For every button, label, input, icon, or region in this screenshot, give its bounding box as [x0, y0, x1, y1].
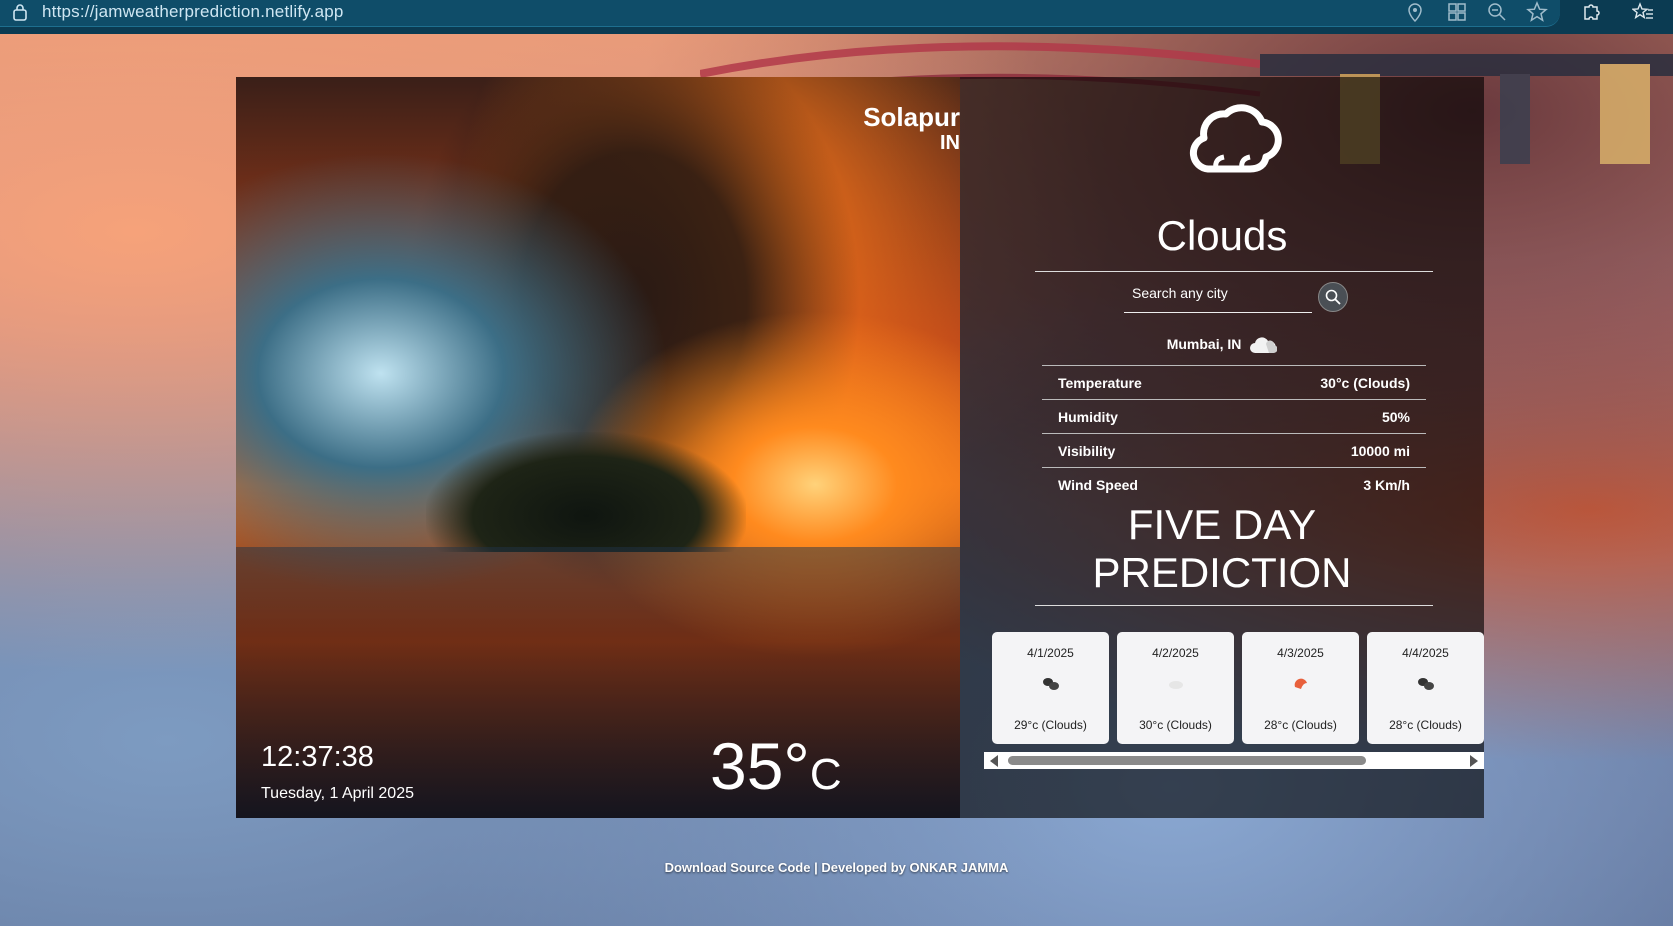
search-input[interactable]: [1124, 277, 1320, 309]
forecast-temp: 30°c (Clouds): [1139, 718, 1212, 732]
condition-title: Clouds: [1156, 212, 1288, 259]
zoom-out-icon[interactable]: [1486, 1, 1508, 23]
forecast-date: 4/1/2025: [1027, 646, 1074, 660]
url-text[interactable]: https://jamweatherprediction.netlify.app: [42, 2, 344, 22]
favorite-star-icon[interactable]: [1526, 1, 1548, 23]
scroll-left-arrow-icon[interactable]: [990, 755, 998, 767]
forecast-scrollbar[interactable]: [984, 752, 1484, 769]
temperature-unit: C: [809, 750, 842, 799]
stat-visibility: Visibility 10000 mi: [1042, 433, 1426, 467]
extensions-icon[interactable]: [1580, 1, 1602, 23]
background-water: [236, 547, 960, 818]
temperature-value: 35°: [710, 729, 810, 803]
stat-value: 30°c (Clouds): [1320, 375, 1410, 391]
broken-clouds-icon: [1418, 678, 1434, 690]
stat-value: 10000 mi: [1350, 443, 1410, 459]
search-icon: [1325, 289, 1341, 305]
searched-location: Mumbai, IN: [960, 336, 1484, 354]
divider: [1035, 271, 1433, 272]
lock-icon[interactable]: [12, 3, 28, 21]
stat-label: Wind Speed: [1058, 477, 1138, 493]
search-box: [1124, 277, 1320, 313]
stat-label: Humidity: [1058, 409, 1118, 425]
stat-label: Temperature: [1058, 375, 1142, 391]
forecast-title: FIVE DAY PREDICTION: [1092, 501, 1352, 596]
current-temperature: 35°C: [710, 733, 842, 799]
forecast-temp: 28°c (Clouds): [1389, 718, 1462, 732]
stat-temperature: Temperature 30°c (Clouds): [1042, 365, 1426, 399]
forecast-list[interactable]: 4/1/2025 29°c (Clouds) 4/2/2025 30°c (Cl…: [984, 632, 1484, 752]
searched-location-label: Mumbai, IN: [1166, 336, 1242, 352]
background-island: [426, 432, 746, 552]
location-icon[interactable]: [1404, 1, 1426, 23]
current-weather-panel: Solapur IN 12:37:38 Tuesday, 1 April 202…: [236, 77, 960, 818]
divider: [1035, 605, 1433, 606]
city-name: Solapur: [863, 102, 960, 132]
search-button[interactable]: [1318, 282, 1348, 312]
forecast-card: 4/4/2025 28°c (Clouds): [1367, 632, 1484, 744]
forecast-temp: 29°c (Clouds): [1014, 718, 1087, 732]
details-panel: Clouds Mumbai, IN Temperature 30°c (Clou…: [960, 77, 1484, 818]
weather-stats: Temperature 30°c (Clouds) Humidity 50% V…: [1042, 365, 1426, 501]
weather-card: Solapur IN 12:37:38 Tuesday, 1 April 202…: [236, 77, 1484, 818]
forecast-card: 4/3/2025 28°c (Clouds): [1242, 632, 1359, 744]
stat-label: Visibility: [1058, 443, 1116, 459]
footer-credits[interactable]: Download Source Code | Developed by ONKA…: [0, 860, 1673, 875]
forecast-date: 4/4/2025: [1402, 646, 1449, 660]
forecast-date: 4/2/2025: [1152, 646, 1199, 660]
forecast-temp: 28°c (Clouds): [1264, 718, 1337, 732]
stat-value: 3 Km/h: [1363, 477, 1410, 493]
current-time: 12:37:38: [261, 741, 374, 773]
stat-wind-speed: Wind Speed 3 Km/h: [1042, 467, 1426, 501]
current-date: Tuesday, 1 April 2025: [261, 785, 414, 802]
stat-humidity: Humidity 50%: [1042, 399, 1426, 433]
forecast-card: 4/2/2025 30°c (Clouds): [1117, 632, 1234, 744]
stat-value: 50%: [1381, 409, 1410, 425]
forecast-card: 4/1/2025 29°c (Clouds): [992, 632, 1109, 744]
scrollbar-thumb[interactable]: [1008, 756, 1366, 765]
cloud-icon: [1189, 104, 1282, 173]
broken-clouds-icon: [1043, 678, 1059, 690]
address-bar[interactable]: https://jamweatherprediction.netlify.app: [0, 0, 1560, 27]
cloud-icon: [1250, 337, 1278, 354]
scattered-clouds-icon: [1294, 678, 1307, 689]
forecast-date: 4/3/2025: [1277, 646, 1324, 660]
scroll-right-arrow-icon[interactable]: [1470, 755, 1478, 767]
favorites-list-icon[interactable]: [1631, 1, 1654, 23]
apps-icon[interactable]: [1446, 1, 1468, 23]
few-clouds-icon: [1169, 681, 1183, 689]
browser-toolbar: https://jamweatherprediction.netlify.app: [0, 0, 1673, 34]
country-code: IN: [940, 132, 960, 154]
